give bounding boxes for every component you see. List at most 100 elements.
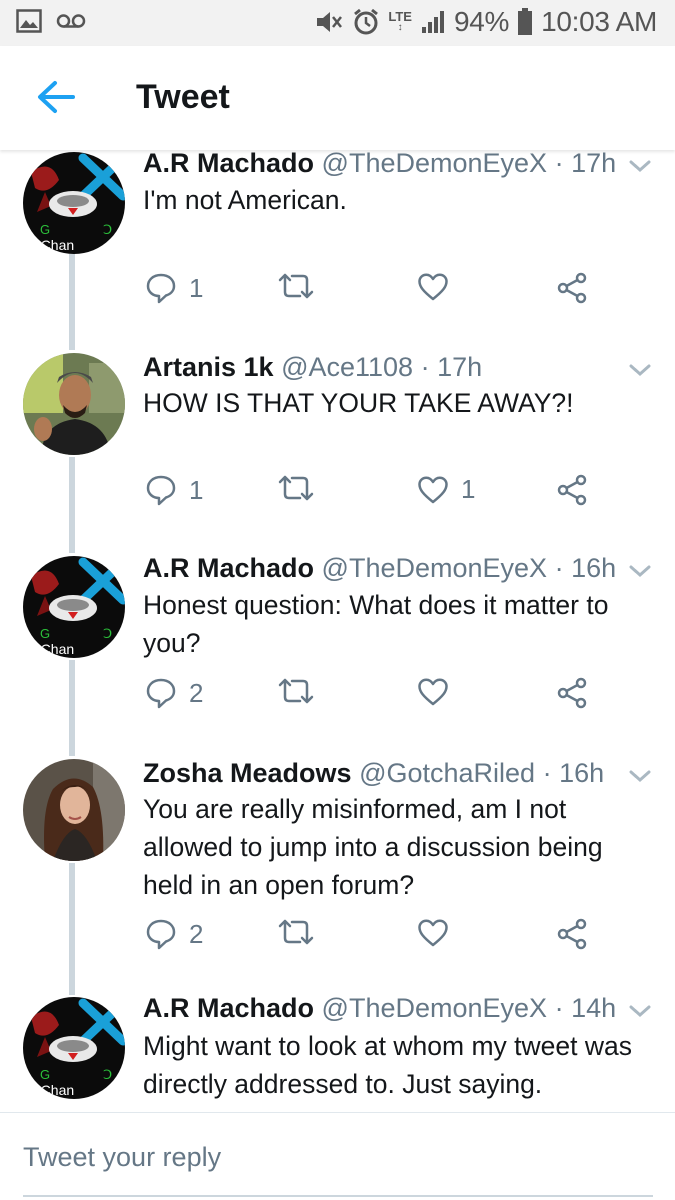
chevron-down-icon[interactable]: [627, 360, 653, 380]
heart-icon: [418, 273, 448, 301]
tweet-header: A.R Machado @TheDemonEyeX · 14h: [143, 993, 617, 1023]
tweet-header: Zosha Meadows @GotchaRiled · 16h: [143, 758, 605, 788]
tweet-time: 14h: [571, 993, 617, 1023]
reply-icon: [146, 273, 176, 304]
retweet-icon: [278, 273, 314, 299]
photo-avatar-icon: [23, 759, 125, 861]
tweet-text: HOW IS THAT YOUR TAKE AWAY?!: [143, 388, 574, 418]
status-bar: LTE ↕ 94% 10:03 AM: [0, 0, 675, 46]
chevron-down-icon[interactable]: [627, 156, 653, 176]
battery-percent: 94%: [453, 6, 510, 37]
chevron-down-icon[interactable]: [627, 766, 653, 786]
avatar[interactable]: G Ↄ e Chan: [23, 997, 125, 1099]
chevron-down-icon[interactable]: [627, 1001, 653, 1021]
reply-count: 2: [189, 677, 204, 708]
reply-button[interactable]: 2: [145, 918, 203, 950]
alarm-icon: [352, 8, 380, 36]
tweet-time: 16h: [559, 758, 605, 788]
reply-count: 1: [189, 474, 204, 505]
svg-text:e Chan: e Chan: [29, 237, 74, 253]
svg-text:e Chan: e Chan: [29, 641, 74, 657]
tweet-text: Honest question: What does it matter to …: [143, 590, 609, 658]
retweet-button[interactable]: [276, 474, 316, 502]
demoneye-avatar-icon: G Ↄ e Chan: [23, 152, 125, 254]
heart-icon: [418, 678, 448, 706]
retweet-button[interactable]: [276, 677, 316, 705]
tweet-header: A.R Machado @TheDemonEyeX · 16h: [143, 553, 617, 583]
tweet-text: You are really misinformed, am I not all…: [143, 794, 603, 900]
author-name[interactable]: Zosha Meadows: [143, 758, 352, 788]
like-button[interactable]: 1: [417, 474, 475, 505]
retweet-button[interactable]: [276, 918, 316, 946]
photo-avatar-icon: [23, 353, 125, 455]
author-name[interactable]: A.R Machado: [143, 993, 314, 1023]
back-arrow-icon: [36, 80, 76, 119]
tweet[interactable]: Zosha Meadows @GotchaRiled · 16h You are…: [0, 742, 675, 982]
reply-icon: [146, 475, 176, 506]
author-handle[interactable]: @TheDemonEyeX: [322, 993, 548, 1023]
tweet-time: 17h: [437, 352, 483, 382]
reply-count: 2: [189, 918, 204, 949]
avatar[interactable]: G Ↄ e Chan: [23, 556, 125, 658]
svg-text:G: G: [40, 222, 50, 237]
tweet[interactable]: Artanis 1k @Ace1108 · 17h HOW IS THAT YO…: [0, 336, 675, 539]
tweet-time: 17h: [571, 150, 617, 178]
like-button[interactable]: [417, 272, 449, 302]
tweet-actions: 1: [0, 272, 675, 312]
share-icon: [557, 272, 587, 304]
reply-button[interactable]: 2: [145, 677, 203, 709]
share-button[interactable]: [556, 918, 588, 950]
author-handle[interactable]: @GotchaRiled: [359, 758, 535, 788]
reply-input[interactable]: [23, 1137, 653, 1197]
avatar[interactable]: [23, 759, 125, 861]
like-count: 1: [461, 474, 476, 504]
author-name[interactable]: A.R Machado: [143, 150, 314, 178]
author-name[interactable]: A.R Machado: [143, 553, 314, 583]
author-handle[interactable]: @Ace1108: [281, 352, 413, 382]
tweet-actions: 2: [0, 677, 675, 717]
voicemail-icon: [56, 13, 86, 29]
share-button[interactable]: [556, 474, 588, 506]
reply-composer: [0, 1112, 675, 1200]
author-handle[interactable]: @TheDemonEyeX: [322, 553, 548, 583]
share-icon: [557, 677, 587, 709]
share-button[interactable]: [556, 272, 588, 304]
chevron-down-icon[interactable]: [627, 561, 653, 581]
tweet-actions: 1 1: [0, 474, 675, 514]
tweet[interactable]: G Ↄ e Chan A.R Machado @TheDemonEyeX · 1…: [0, 539, 675, 742]
reply-count: 1: [189, 272, 204, 303]
tweet[interactable]: G Ↄ e Chan A.R Machado @TheDemonEyeX · 1…: [0, 983, 675, 1112]
retweet-button[interactable]: [276, 272, 316, 300]
reply-button[interactable]: 1: [145, 272, 203, 304]
reply-button[interactable]: 1: [145, 474, 203, 506]
avatar[interactable]: G Ↄ e Chan: [23, 152, 125, 254]
conversation-thread[interactable]: G Ↄ e Chan A.R Machado @TheDemonEyeX · 1…: [0, 150, 675, 1112]
like-button[interactable]: [417, 677, 449, 707]
author-handle[interactable]: @TheDemonEyeX: [322, 150, 548, 178]
page-title: Tweet: [136, 78, 230, 116]
svg-text:Ↄ: Ↄ: [103, 1067, 112, 1082]
retweet-icon: [278, 919, 314, 945]
like-button[interactable]: [417, 918, 449, 948]
reply-icon: [146, 678, 176, 709]
retweet-icon: [278, 475, 314, 501]
share-button[interactable]: [556, 677, 588, 709]
svg-text:e Chan: e Chan: [29, 1082, 74, 1098]
heart-icon: [418, 476, 448, 503]
tweet-text: Might want to look at whom my tweet was …: [143, 1031, 632, 1099]
svg-text:Ↄ: Ↄ: [103, 626, 112, 641]
demoneye-avatar-icon: G Ↄ e Chan: [23, 997, 125, 1099]
battery-icon: [517, 8, 533, 36]
tweet-header: A.R Machado @TheDemonEyeX · 17h: [143, 150, 617, 178]
svg-text:G: G: [40, 626, 50, 641]
tweet[interactable]: G Ↄ e Chan A.R Machado @TheDemonEyeX · 1…: [0, 150, 675, 334]
avatar[interactable]: [23, 353, 125, 455]
mute-icon: [314, 8, 344, 36]
back-button[interactable]: [30, 76, 82, 122]
signal-icon: [420, 9, 446, 35]
tweet-text: I'm not American.: [143, 185, 347, 215]
lte-indicator: LTE ↕: [388, 9, 412, 33]
retweet-icon: [278, 678, 314, 704]
author-name[interactable]: Artanis 1k: [143, 352, 274, 382]
tweet-actions: 2: [0, 918, 675, 958]
